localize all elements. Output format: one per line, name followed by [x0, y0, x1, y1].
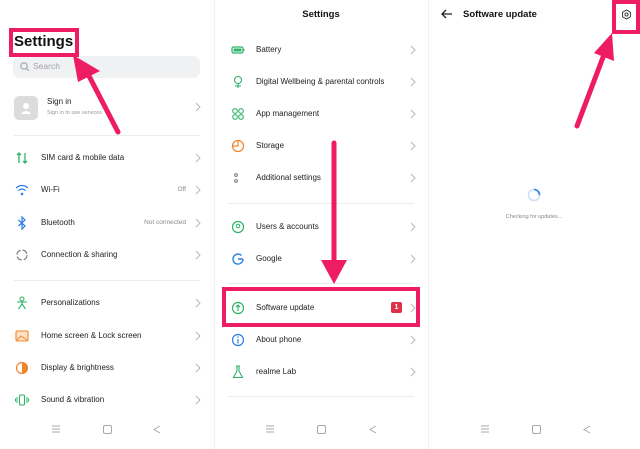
- arrow-to-software-update: [321, 140, 347, 284]
- arrow-to-settings-title: [73, 55, 121, 135]
- annotation-arrows: [73, 33, 614, 284]
- arrow-to-gear: [574, 33, 614, 129]
